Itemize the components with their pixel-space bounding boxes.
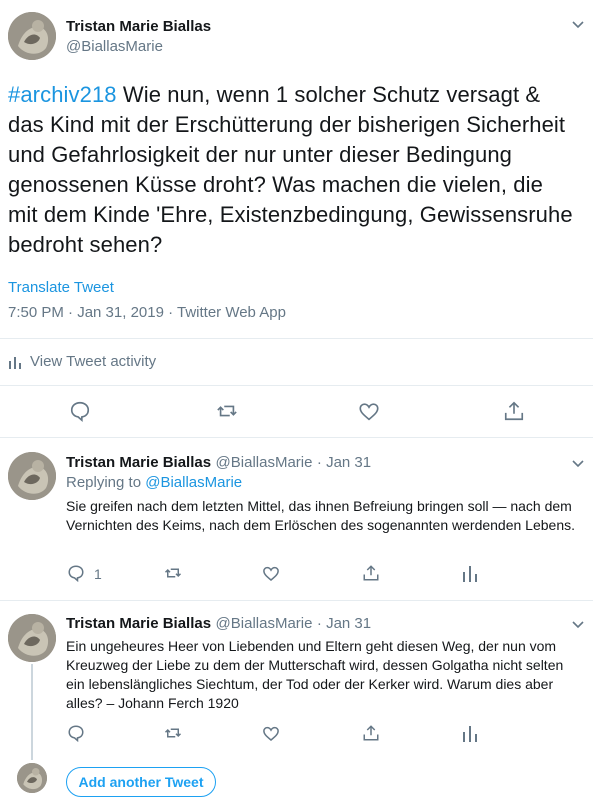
- retweet-icon[interactable]: [164, 564, 182, 582]
- tweet-text: #archiv218 Wie nun, wenn 1 solcher Schut…: [8, 80, 578, 260]
- analytics-icon[interactable]: [461, 724, 479, 742]
- reply-count: 1: [94, 566, 102, 582]
- author-name[interactable]: Tristan Marie Biallas: [66, 615, 211, 632]
- chevron-down-icon[interactable]: [570, 616, 586, 632]
- chevron-down-icon[interactable]: [570, 16, 586, 32]
- author-handle[interactable]: @BiallasMarie: [66, 38, 163, 55]
- replying-to-handle[interactable]: @BiallasMarie: [145, 474, 242, 491]
- avatar[interactable]: [8, 614, 56, 662]
- like-icon[interactable]: [262, 725, 280, 743]
- divider: [0, 437, 593, 438]
- chevron-down-icon[interactable]: [570, 455, 586, 471]
- reply-text: Sie greifen nach dem letzten Mittel, das…: [66, 498, 576, 533]
- analytics-icon[interactable]: [461, 564, 479, 582]
- reply-header: Tristan Marie Biallas @BiallasMarie · Ja…: [66, 454, 371, 472]
- tweet-date[interactable]: · Jan 31: [317, 615, 371, 632]
- share-icon[interactable]: [362, 564, 380, 582]
- add-another-tweet-button[interactable]: Add another Tweet: [66, 767, 216, 797]
- hashtag-link[interactable]: #archiv218: [8, 82, 117, 107]
- retweet-icon[interactable]: [164, 724, 182, 742]
- tweet-body: Wie nun, wenn 1 solcher Schutz versagt &…: [8, 82, 573, 257]
- like-icon[interactable]: [358, 401, 380, 423]
- author-handle[interactable]: @BiallasMarie: [216, 454, 313, 471]
- retweet-icon[interactable]: [216, 400, 238, 422]
- reply-header: Tristan Marie Biallas @BiallasMarie · Ja…: [66, 615, 371, 633]
- divider: [0, 338, 593, 339]
- author-handle[interactable]: @BiallasMarie: [216, 615, 313, 632]
- share-icon[interactable]: [503, 400, 525, 422]
- author-name[interactable]: Tristan Marie Biallas: [66, 454, 211, 471]
- thread-line: [31, 664, 33, 760]
- tweet-activity-link[interactable]: View Tweet activity: [8, 353, 156, 370]
- like-icon[interactable]: [262, 565, 280, 583]
- share-icon[interactable]: [362, 724, 380, 742]
- reply-icon[interactable]: [67, 564, 85, 582]
- reply-icon[interactable]: [67, 724, 85, 742]
- tweet-date[interactable]: · Jan 31: [317, 454, 371, 471]
- replying-to: Replying to @BiallasMarie: [66, 474, 242, 491]
- translate-tweet-link[interactable]: Translate Tweet: [8, 279, 114, 296]
- avatar[interactable]: [8, 452, 56, 500]
- tweet-activity-label: View Tweet activity: [30, 353, 157, 370]
- avatar: [17, 763, 47, 793]
- bar-chart-icon: [8, 355, 22, 369]
- reply-text: Ein ungeheures Heer von Liebenden und El…: [66, 638, 564, 711]
- reply-icon[interactable]: [69, 400, 91, 422]
- avatar[interactable]: [8, 12, 56, 60]
- divider: [0, 600, 593, 601]
- replying-to-label: Replying to: [66, 474, 146, 491]
- author-name[interactable]: Tristan Marie Biallas: [66, 18, 211, 35]
- tweet-timestamp[interactable]: 7:50 PM · Jan 31, 2019 · Twitter Web App: [8, 304, 286, 321]
- divider: [0, 385, 593, 386]
